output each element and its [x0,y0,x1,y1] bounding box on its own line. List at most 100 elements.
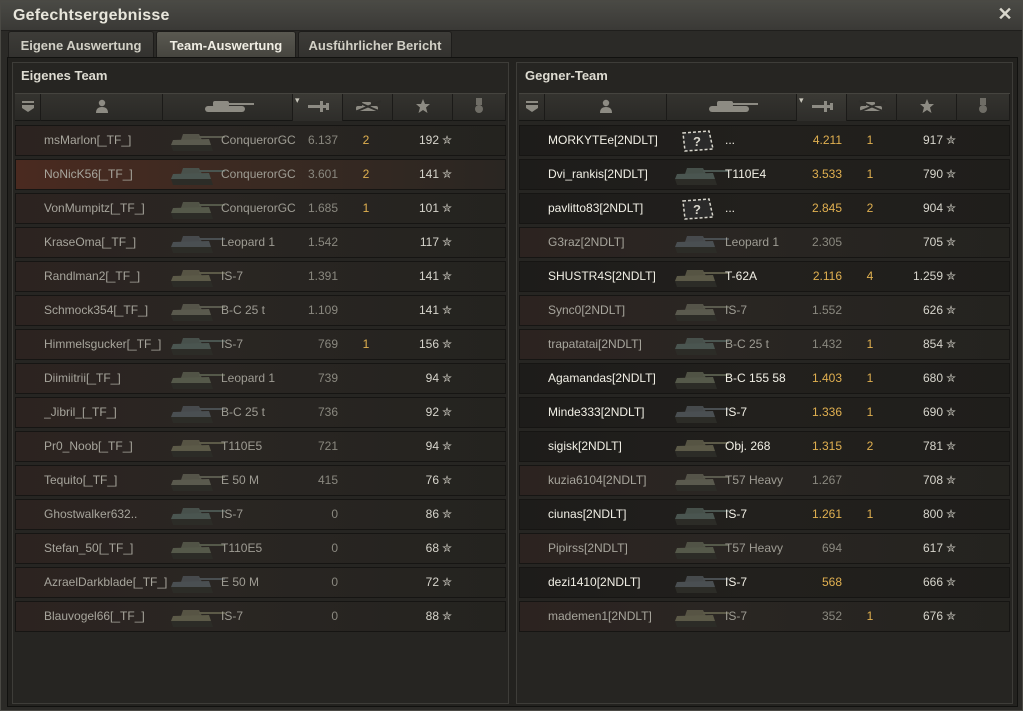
player-row[interactable]: MORKYTEe[2NDLT]?... 4.211 1 917 ✮ [519,125,1010,156]
xp-star-icon: ✮ [946,507,957,521]
player-name: Blauvogel66[_TF_] [44,609,145,623]
squad-icon [525,99,539,116]
player-row[interactable]: Sync0[2NDLT] IS-7 1.552 626 ✮ [519,295,1010,326]
player-row[interactable]: msMarlon[_TF_] ConquerorGC 6.137 2 192 ✮ [15,125,506,156]
player-row[interactable]: Dvi_rankis[2NDLT] T110E4 3.533 1 790 ✮ [519,159,1010,190]
player-row[interactable]: Agamandas[2NDLT] B-C 155 58 1.403 1 680 ✮ [519,363,1010,394]
column-medal[interactable] [957,94,1010,121]
xp-value: 72 [425,575,439,589]
xp-value: 101 [418,201,439,215]
tank-silhouette-icon [169,265,227,289]
tank-silhouette-icon [673,367,731,391]
xp-star-icon: ✮ [946,133,957,147]
player-row[interactable]: Blauvogel66[_TF_] IS-7 0 88 ✮ [15,601,506,632]
xp-star-icon: ✮ [946,439,957,453]
player-row[interactable]: ciunas[2NDLT] IS-7 1.261 1 800 ✮ [519,499,1010,530]
frags-value [356,364,376,393]
player-row[interactable]: sigisk[2NDLT] Obj. 268 1.315 2 781 ✮ [519,431,1010,462]
tank-silhouette-icon [673,435,731,459]
frags-value: 1 [866,167,874,181]
player-row[interactable]: kuzia6104[2NDLT] T57 Heavy 1.267 708 ✮ [519,465,1010,496]
damage-value: 736 [317,405,338,419]
tab-ausfuehrlicher-bericht[interactable]: Ausführlicher Bericht [298,31,452,57]
damage-value: 1.542 [307,235,338,249]
column-player[interactable] [41,94,163,121]
xp-value: 117 [419,235,439,249]
player-row[interactable]: AzraelDarkblade[_TF_] E 50 M 0 72 ✮ [15,567,506,598]
player-name: Dvi_rankis[2NDLT] [548,167,648,181]
xp-value: 800 [922,507,943,521]
tab-eigene-auswertung[interactable]: Eigene Auswertung [8,31,154,57]
column-frags[interactable] [847,94,897,121]
player-row[interactable]: Tequito[_TF_] E 50 M 415 76 ✮ [15,465,506,496]
tank-silhouette-icon [169,571,227,595]
player-row[interactable]: Minde333[2NDLT] IS-7 1.336 1 690 ✮ [519,397,1010,428]
player-row[interactable]: mademen1[2NDLT] IS-7 352 1 676 ✮ [519,601,1010,632]
xp-star-icon: ✮ [442,337,453,351]
tank-silhouette-icon [673,469,731,493]
column-squad[interactable] [15,94,41,121]
column-tank[interactable] [667,94,797,121]
player-row[interactable]: _Jibril_[_TF_] B-C 25 t 736 92 ✮ [15,397,506,428]
xp-value: 141 [418,303,439,317]
xp-value: 88 [425,609,439,623]
frags-value [356,398,376,427]
damage-value: 0 [331,609,338,623]
player-name: trapatatai[2NDLT] [548,337,642,351]
player-row[interactable]: SHUSTR4S[2NDLT] T-62A 2.116 4 1.259 ✮ [519,261,1010,292]
column-tank[interactable] [163,94,293,121]
damage-value: 4.211 [812,133,842,147]
frags-value [356,262,376,291]
damage-value: 739 [317,371,338,385]
column-damage[interactable]: ▾ [797,94,847,121]
column-player[interactable] [545,94,667,121]
player-name: VonMumpitz[_TF_] [44,201,145,215]
medal-icon [978,98,988,117]
own-team-panel: Eigenes Team ▾ msMarlon[_TF_] ConquerorGC 6… [12,62,509,704]
tank-silhouette-icon [169,231,227,255]
damage-value: 1.391 [307,269,338,283]
own-team-title: Eigenes Team [21,68,108,83]
player-row[interactable]: NoNicK56[_TF_] ConquerorGC 3.601 2 141 ✮ [15,159,506,190]
tank-silhouette-icon [169,333,227,357]
player-row[interactable]: Schmock354[_TF_] B-C 25 t 1.109 141 ✮ [15,295,506,326]
player-row[interactable]: Pr0_Noob[_TF_] T110E5 721 94 ✮ [15,431,506,462]
column-xp-star[interactable] [897,94,957,121]
close-icon[interactable]: ✕ [996,5,1014,23]
tank-silhouette-icon [169,367,227,391]
player-row[interactable]: VonMumpitz[_TF_] ConquerorGC 1.685 1 101 ✮ [15,193,506,224]
player-name: Pr0_Noob[_TF_] [44,439,133,453]
damage-value: 1.261 [811,507,842,521]
column-damage[interactable]: ▾ [293,94,343,121]
damage-value: 1.109 [307,303,338,317]
tank-silhouette-icon [169,537,227,561]
player-row[interactable]: G3raz[2NDLT] Leopard 1 2.305 705 ✮ [519,227,1010,258]
xp-value: 141 [418,269,439,283]
damage-value: 1.267 [811,473,842,487]
player-row[interactable]: Diimiitrii[_TF_] Leopard 1 739 94 ✮ [15,363,506,394]
player-row[interactable]: dezi1410[2NDLT] IS-7 568 666 ✮ [519,567,1010,598]
frags-icon [857,99,887,116]
player-row[interactable]: Ghostwalker632.. IS-7 0 86 ✮ [15,499,506,530]
player-row[interactable]: Stefan_50[_TF_] T110E5 0 68 ✮ [15,533,506,564]
tank-silhouette-icon [673,571,731,595]
damage-value: 1.552 [811,303,842,317]
xp-star-icon: ✮ [442,303,453,317]
damage-value: 0 [331,541,338,555]
tab-team-auswertung[interactable]: Team-Auswertung [156,31,296,57]
player-row[interactable]: pavlitto83[2NDLT]?... 2.845 2 904 ✮ [519,193,1010,224]
column-medal[interactable] [453,94,506,121]
content-area: Eigenes Team ▾ msMarlon[_TF_] ConquerorGC 6… [7,57,1018,707]
player-name: Diimiitrii[_TF_] [44,371,121,385]
column-squad[interactable] [519,94,545,121]
player-row[interactable]: Himmelsgucker[_TF_] IS-7 769 1 156 ✮ [15,329,506,360]
xp-value: 617 [922,541,943,555]
player-row[interactable]: Randlman2[_TF_] IS-7 1.391 141 ✮ [15,261,506,292]
player-row[interactable]: Pipirss[2NDLT] T57 Heavy 694 617 ✮ [519,533,1010,564]
xp-star-icon: ✮ [442,371,453,385]
column-xp-star[interactable] [393,94,453,121]
player-row[interactable]: trapatatai[2NDLT] B-C 25 t 1.432 1 854 ✮ [519,329,1010,360]
player-row[interactable]: KraseOma[_TF_] Leopard 1 1.542 117 ✮ [15,227,506,258]
sort-arrow-icon: ▾ [295,95,300,105]
column-frags[interactable] [343,94,393,121]
